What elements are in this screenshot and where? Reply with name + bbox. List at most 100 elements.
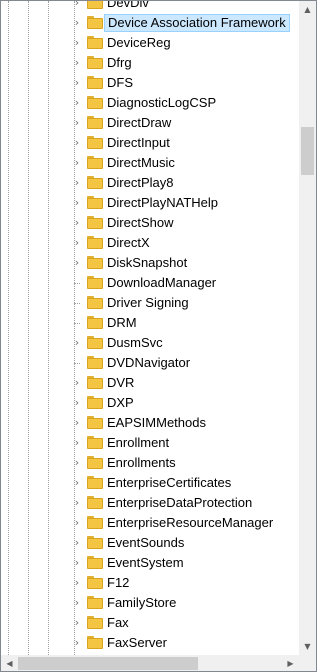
tree-item[interactable]: › FaxServer	[1, 633, 299, 653]
chevron-right-icon[interactable]: ›	[71, 597, 83, 609]
scroll-up-icon[interactable]: ▲	[299, 1, 316, 18]
tree-item-label[interactable]: DirectX	[104, 234, 153, 252]
tree-item[interactable]: › EnterpriseResourceManager	[1, 513, 299, 533]
chevron-right-icon[interactable]: ›	[71, 157, 83, 169]
chevron-right-icon[interactable]: ›	[71, 377, 83, 389]
tree-item-label[interactable]: DVDNavigator	[104, 354, 193, 372]
tree-item-label[interactable]: EnterpriseCertificates	[104, 474, 234, 492]
tree-item[interactable]: › DirectInput	[1, 133, 299, 153]
tree-item[interactable]: DRM	[1, 313, 299, 333]
tree-item-label[interactable]: DirectShow	[104, 214, 176, 232]
vertical-scroll-thumb[interactable]	[301, 127, 314, 175]
tree-item-label[interactable]: DVR	[104, 374, 137, 392]
chevron-right-icon[interactable]: ›	[71, 437, 83, 449]
tree-item-label[interactable]: DirectInput	[104, 134, 173, 152]
chevron-right-icon[interactable]: ›	[71, 37, 83, 49]
chevron-right-icon[interactable]: ›	[71, 497, 83, 509]
tree-item-label[interactable]: FamilyStore	[104, 594, 179, 612]
tree-item-label[interactable]: DirectDraw	[104, 114, 174, 132]
vertical-scrollbar[interactable]: ▲ ▼	[299, 1, 316, 655]
tree-item[interactable]: › Fax	[1, 613, 299, 633]
tree-item[interactable]: › DirectDraw	[1, 113, 299, 133]
chevron-right-icon[interactable]: ›	[71, 637, 83, 649]
scroll-down-icon[interactable]: ▼	[299, 638, 316, 655]
tree-item[interactable]: › DirectX	[1, 233, 299, 253]
tree-item[interactable]: › DeviceReg	[1, 33, 299, 53]
tree-item[interactable]: › DusmSvc	[1, 333, 299, 353]
chevron-right-icon[interactable]: ›	[71, 477, 83, 489]
tree-item[interactable]: › DirectMusic	[1, 153, 299, 173]
tree-item-label[interactable]: DusmSvc	[104, 334, 166, 352]
chevron-right-icon[interactable]: ›	[71, 537, 83, 549]
tree-item-label[interactable]: EnterpriseDataProtection	[104, 494, 255, 512]
tree-item-label[interactable]: DirectPlayNATHelp	[104, 194, 221, 212]
tree-item-label[interactable]: DirectMusic	[104, 154, 178, 172]
chevron-right-icon[interactable]: ›	[71, 97, 83, 109]
tree-item[interactable]: › DevDiv	[1, 1, 299, 13]
scroll-right-icon[interactable]: ▶	[282, 655, 299, 671]
chevron-right-icon[interactable]: ›	[71, 517, 83, 529]
tree-item[interactable]: › DiagnosticLogCSP	[1, 93, 299, 113]
chevron-right-icon[interactable]: ›	[71, 457, 83, 469]
scroll-left-icon[interactable]: ◀	[1, 655, 18, 671]
tree-item-label[interactable]: DevDiv	[104, 1, 152, 12]
tree-item-label[interactable]: FaxServer	[104, 634, 170, 652]
chevron-right-icon[interactable]: ›	[71, 77, 83, 89]
chevron-right-icon[interactable]: ›	[71, 337, 83, 349]
chevron-right-icon[interactable]: ›	[71, 17, 83, 29]
tree-item[interactable]: › EAPSIMMethods	[1, 413, 299, 433]
tree-item[interactable]: › EnterpriseDataProtection	[1, 493, 299, 513]
chevron-right-icon[interactable]: ›	[71, 557, 83, 569]
tree-item[interactable]: Driver Signing	[1, 293, 299, 313]
tree-item-label[interactable]: EAPSIMMethods	[104, 414, 209, 432]
tree-item[interactable]: › DirectPlayNATHelp	[1, 193, 299, 213]
tree-item-label[interactable]: Enrollment	[104, 434, 172, 452]
chevron-right-icon[interactable]: ›	[71, 217, 83, 229]
tree-item[interactable]: › DXP	[1, 393, 299, 413]
registry-key-tree[interactable]: › DevDiv › Device Association Framework › Dev…	[1, 1, 299, 655]
tree-item-label[interactable]: F12	[104, 574, 132, 592]
tree-item[interactable]: › DirectPlay8	[1, 173, 299, 193]
horizontal-scrollbar[interactable]: ◀ ▶	[1, 655, 299, 671]
tree-item[interactable]: › EventSounds	[1, 533, 299, 553]
tree-item[interactable]: › F12	[1, 573, 299, 593]
tree-item-label[interactable]: EventSystem	[104, 554, 187, 572]
tree-item-label[interactable]: EnterpriseResourceManager	[104, 514, 276, 532]
tree-item-label[interactable]: DirectPlay8	[104, 174, 176, 192]
chevron-right-icon[interactable]: ›	[71, 617, 83, 629]
tree-item-label[interactable]: DeviceReg	[104, 34, 174, 52]
tree-item-label[interactable]: Enrollments	[104, 454, 179, 472]
chevron-right-icon[interactable]: ›	[71, 577, 83, 589]
tree-item-label[interactable]: DiagnosticLogCSP	[104, 94, 219, 112]
tree-item-label[interactable]: DownloadManager	[104, 274, 219, 292]
tree-item-label[interactable]: DFS	[104, 74, 136, 92]
tree-item[interactable]: DownloadManager	[1, 273, 299, 293]
chevron-right-icon[interactable]: ›	[71, 197, 83, 209]
tree-item-label[interactable]: DRM	[104, 314, 140, 332]
tree-item-label[interactable]: Fax	[104, 614, 132, 632]
tree-item[interactable]: DVDNavigator	[1, 353, 299, 373]
tree-item[interactable]: › DFS	[1, 73, 299, 93]
tree-item-label[interactable]: Dfrg	[104, 54, 135, 72]
tree-item-label[interactable]: EventSounds	[104, 534, 187, 552]
tree-item-label[interactable]: Driver Signing	[104, 294, 192, 312]
tree-item[interactable]: › DVR	[1, 373, 299, 393]
horizontal-scroll-thumb[interactable]	[18, 657, 198, 670]
tree-item[interactable]: › DiskSnapshot	[1, 253, 299, 273]
tree-item[interactable]: › EventSystem	[1, 553, 299, 573]
tree-item[interactable]: › Dfrg	[1, 53, 299, 73]
chevron-right-icon[interactable]: ›	[71, 417, 83, 429]
chevron-right-icon[interactable]: ›	[71, 1, 83, 9]
tree-item-label[interactable]: DiskSnapshot	[104, 254, 190, 272]
tree-item[interactable]: › DirectShow	[1, 213, 299, 233]
tree-item[interactable]: › Enrollment	[1, 433, 299, 453]
chevron-right-icon[interactable]: ›	[71, 237, 83, 249]
tree-item[interactable]: › Enrollments	[1, 453, 299, 473]
chevron-right-icon[interactable]: ›	[71, 117, 83, 129]
tree-item[interactable]: › EnterpriseCertificates	[1, 473, 299, 493]
chevron-right-icon[interactable]: ›	[71, 397, 83, 409]
chevron-right-icon[interactable]: ›	[71, 177, 83, 189]
chevron-right-icon[interactable]: ›	[71, 57, 83, 69]
chevron-right-icon[interactable]: ›	[71, 257, 83, 269]
tree-item[interactable]: › FamilyStore	[1, 593, 299, 613]
